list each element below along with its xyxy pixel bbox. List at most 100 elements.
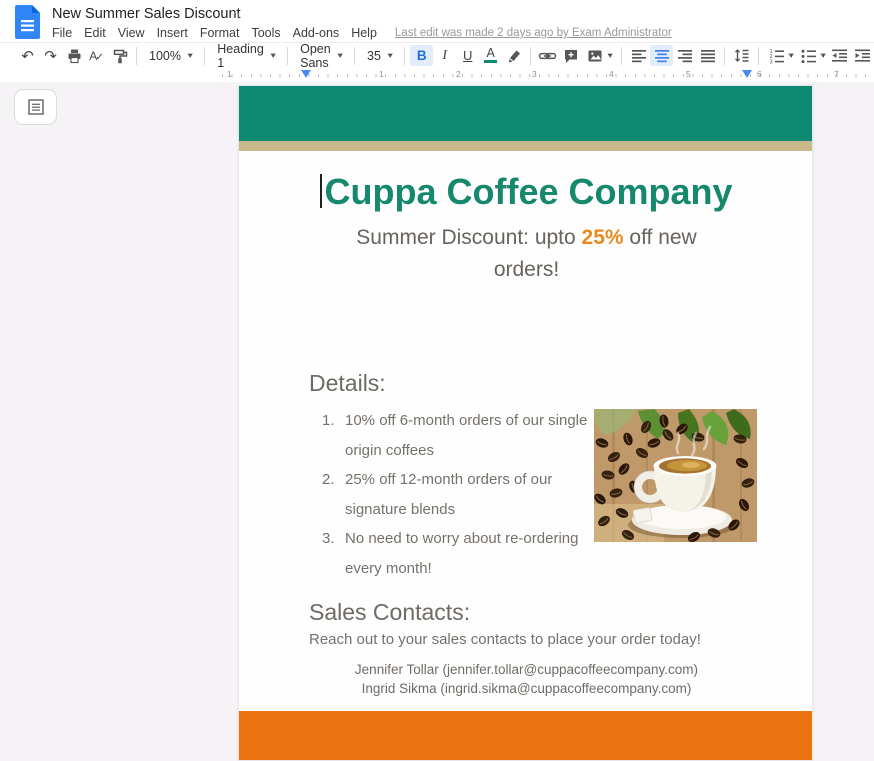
left-indent-marker[interactable] xyxy=(301,70,311,78)
bulleted-list-button[interactable]: ▾ xyxy=(796,45,828,66)
header-teal-band xyxy=(239,86,812,141)
google-docs-app: New Summer Sales Discount ☆ File Edit Vi… xyxy=(0,0,874,761)
align-right-icon xyxy=(677,50,692,63)
contacts-intro[interactable]: Reach out to your sales contacts to plac… xyxy=(309,631,812,648)
italic-icon: I xyxy=(442,47,448,63)
document-title[interactable]: New Summer Sales Discount xyxy=(52,6,241,22)
zoom-select[interactable]: 100% ▾ xyxy=(142,45,199,66)
ruler-label: 3 xyxy=(532,69,537,79)
divider xyxy=(136,46,137,65)
increase-indent-icon xyxy=(855,49,871,62)
insert-comment-button[interactable] xyxy=(559,45,582,66)
discount-highlight: 25% xyxy=(581,226,624,249)
increase-indent-button[interactable] xyxy=(851,45,874,66)
align-justify-button[interactable] xyxy=(696,45,719,66)
print-icon xyxy=(68,49,80,63)
bold-button[interactable]: B xyxy=(410,45,434,66)
divider xyxy=(621,46,623,65)
toolbar: ↶ ↷ A ✓ 100% ▾ Heading 1 ▾ Open Sans ▾ 3… xyxy=(0,42,874,70)
contact-line: Jennifer Tollar (jennifer.tollar@cuppaco… xyxy=(354,662,699,677)
chevron-down-icon: ▾ xyxy=(337,50,343,60)
menu-file[interactable]: File xyxy=(46,24,78,42)
divider xyxy=(724,46,726,65)
paragraph-style-select[interactable]: Heading 1 ▾ xyxy=(210,42,282,70)
menu-help[interactable]: Help xyxy=(345,24,383,42)
align-center-button[interactable] xyxy=(650,45,674,66)
align-left-button[interactable] xyxy=(627,45,650,66)
decrease-indent-icon xyxy=(832,49,848,62)
doc-subtitle[interactable]: Summer Discount: upto 25% off new orders… xyxy=(307,222,746,286)
line-spacing-button[interactable] xyxy=(730,45,753,66)
print-button[interactable] xyxy=(62,45,85,66)
details-heading[interactable]: Details: xyxy=(309,370,812,397)
contacts-section: Sales Contacts: Reach out to your sales … xyxy=(309,599,812,698)
star-icon[interactable]: ☆ xyxy=(230,7,242,23)
italic-button[interactable]: I xyxy=(433,45,456,66)
insert-image-button[interactable]: ▾ xyxy=(582,45,616,66)
chevron-down-icon: ▾ xyxy=(270,50,276,60)
align-right-button[interactable] xyxy=(673,45,696,66)
chevron-down-icon: ▾ xyxy=(607,50,613,60)
outline-icon xyxy=(27,99,44,115)
divider xyxy=(758,46,760,65)
divider xyxy=(404,46,406,65)
svg-text:3: 3 xyxy=(769,59,772,64)
align-justify-icon xyxy=(700,50,715,63)
menu-format[interactable]: Format xyxy=(194,24,246,42)
undo-button[interactable]: ↶ xyxy=(16,45,39,66)
contact-line: Ingrid Sikma (ingrid.sikma@cuppacoffeeco… xyxy=(361,680,692,696)
show-outline-button[interactable] xyxy=(14,89,57,125)
chevron-down-icon: ▾ xyxy=(187,50,193,60)
menu-insert[interactable]: Insert xyxy=(151,24,194,42)
paint-format-icon xyxy=(113,49,127,63)
last-edit-link[interactable]: Last edit was made 2 days ago by Exam Ad… xyxy=(395,27,672,39)
menu-addons[interactable]: Add-ons xyxy=(287,24,346,42)
highlighter-icon xyxy=(508,50,520,62)
spellcheck-icon: A ✓ xyxy=(89,48,104,63)
decrease-indent-button[interactable] xyxy=(828,45,851,66)
font-select[interactable]: Open Sans ▾ xyxy=(293,42,349,70)
contacts-list[interactable]: Jennifer Tollar (jennifer.tollar@cuppaco… xyxy=(307,661,746,698)
divider xyxy=(354,46,355,65)
subtitle-line1: Summer Discount: upto 25% off new xyxy=(356,226,697,249)
ruler-label: 5 xyxy=(686,69,691,79)
redo-icon: ↷ xyxy=(44,47,57,65)
zoom-value: 100% xyxy=(149,48,181,63)
redo-button[interactable]: ↷ xyxy=(39,45,62,66)
insert-link-button[interactable] xyxy=(536,45,559,66)
list-number: 3. xyxy=(322,530,335,547)
chevron-down-icon: ▾ xyxy=(788,50,794,60)
paint-format-button[interactable] xyxy=(108,45,131,66)
ruler-label: 1 xyxy=(227,69,232,79)
numbered-list-icon: 123 xyxy=(769,49,784,64)
style-value: Heading 1 xyxy=(217,41,264,70)
divider xyxy=(530,46,532,65)
docs-logo-icon[interactable] xyxy=(13,4,43,40)
horizontal-ruler: 1 1 2 3 4 5 6 7 xyxy=(0,68,874,82)
contacts-heading[interactable]: Sales Contacts: xyxy=(309,599,812,626)
menu-tools[interactable]: Tools xyxy=(245,24,286,42)
coffee-photo[interactable] xyxy=(594,409,757,542)
highlight-button[interactable] xyxy=(502,45,525,66)
menu-view[interactable]: View xyxy=(112,24,151,42)
menu-edit[interactable]: Edit xyxy=(78,24,112,42)
spellcheck-button[interactable]: A ✓ xyxy=(85,45,108,66)
bulleted-list-icon xyxy=(801,49,816,63)
ruler-label: 1 xyxy=(379,69,384,79)
align-left-icon xyxy=(631,50,646,63)
document-canvas: Cuppa Coffee Company Summer Discount: up… xyxy=(0,82,874,761)
footer-orange-band xyxy=(239,711,812,760)
comment-icon xyxy=(564,49,577,63)
divider xyxy=(204,46,206,65)
text-color-button[interactable]: A xyxy=(479,45,502,66)
font-value: Open Sans xyxy=(300,41,331,70)
document-page[interactable]: Cuppa Coffee Company Summer Discount: up… xyxy=(238,85,813,761)
underline-button[interactable]: U xyxy=(456,45,479,66)
underline-icon: U xyxy=(462,48,473,63)
doc-heading[interactable]: Cuppa Coffee Company xyxy=(307,170,746,214)
right-indent-marker[interactable] xyxy=(742,70,752,78)
header-tan-stripe xyxy=(239,141,812,151)
app-bar: New Summer Sales Discount ☆ File Edit Vi… xyxy=(0,0,874,42)
font-size-select[interactable]: 35 ▾ xyxy=(360,45,399,66)
numbered-list-button[interactable]: 123 ▾ xyxy=(764,45,796,66)
